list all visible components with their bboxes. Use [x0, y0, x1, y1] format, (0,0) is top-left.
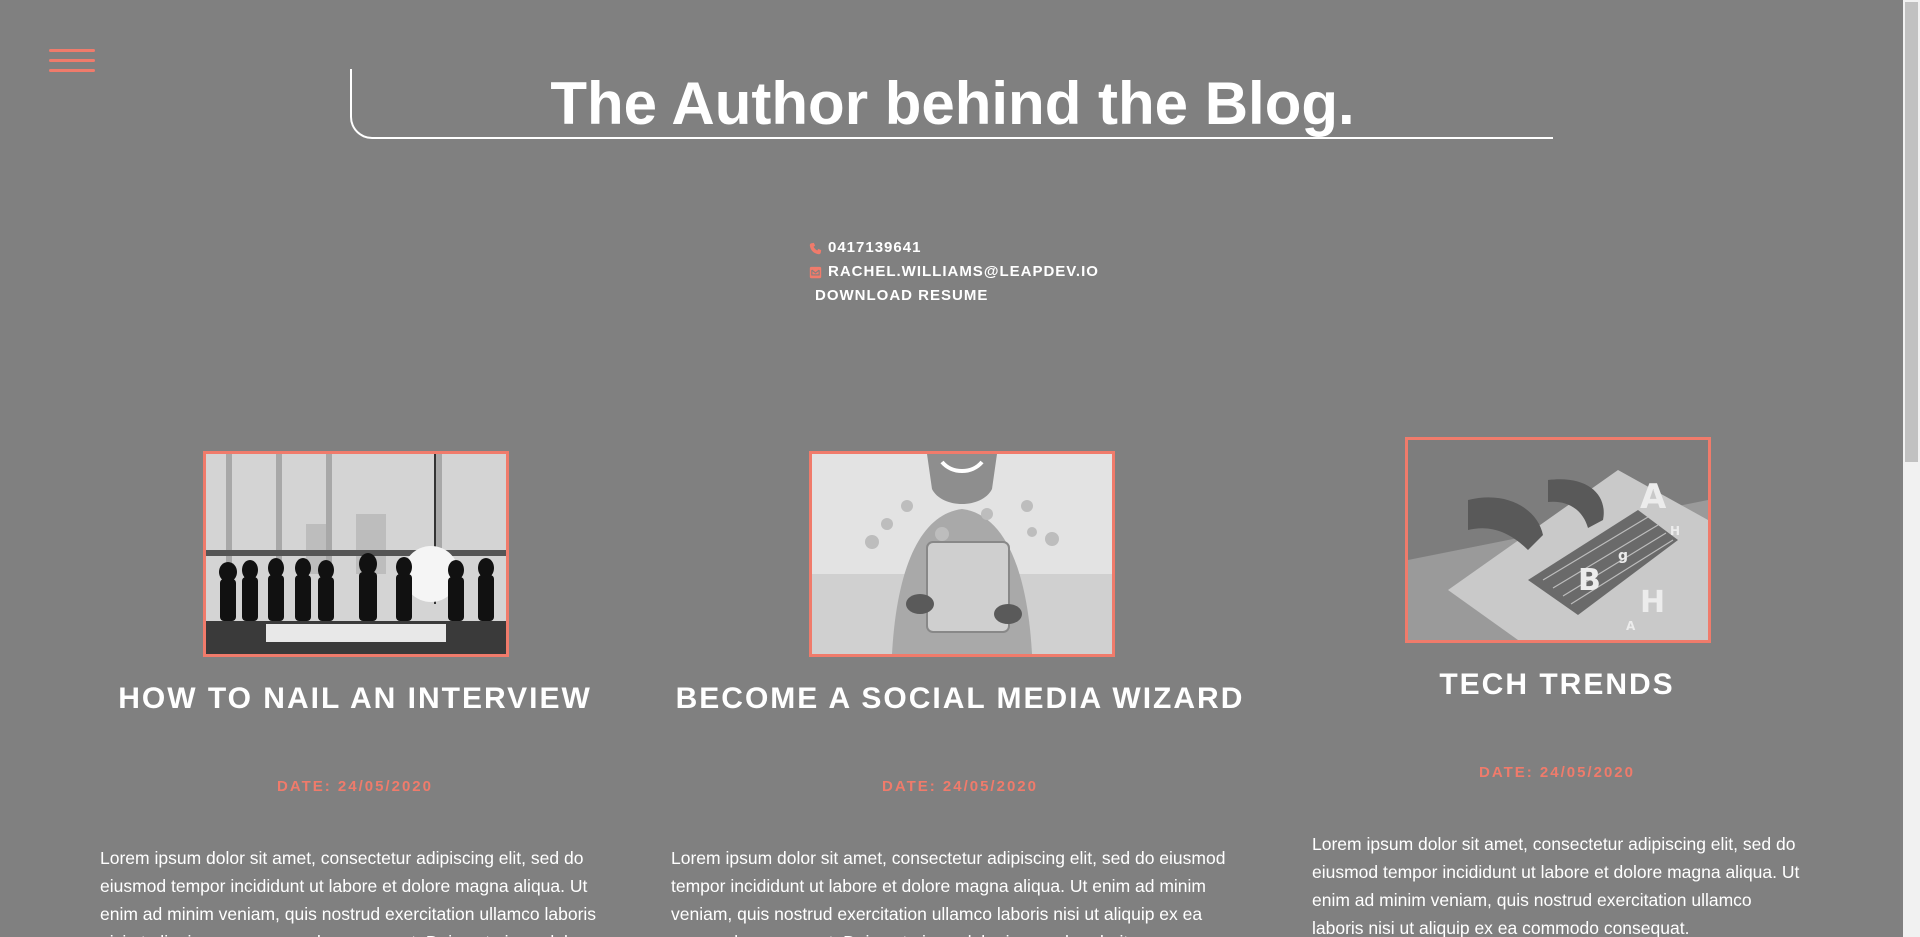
post-date: DATE: 24/05/2020 — [1479, 764, 1635, 781]
post-image[interactable] — [203, 451, 509, 657]
laptop-typing-image: A B H g H A — [1408, 440, 1708, 640]
page-title: The Author behind the Blog. — [550, 70, 1355, 137]
post-date: DATE: 24/05/2020 — [882, 778, 1038, 795]
social-media-woman-image — [812, 454, 1112, 654]
download-resume-link[interactable]: DOWNLOAD RESUME — [815, 284, 988, 308]
envelope-icon — [809, 266, 822, 278]
svg-text:g: g — [1618, 548, 1628, 564]
hamburger-bar — [49, 49, 95, 52]
phone-icon — [809, 242, 822, 254]
phone-link[interactable]: 0417139641 — [828, 236, 921, 260]
svg-text:H: H — [1670, 524, 1680, 538]
svg-text:A: A — [1626, 619, 1636, 633]
email-link[interactable]: RACHEL.WILLIAMS@LEAPDEV.IO — [828, 260, 1099, 284]
post-title[interactable]: BECOME A SOCIAL MEDIA WIZARD — [660, 682, 1260, 716]
post-title[interactable]: TECH TRENDS — [1307, 668, 1807, 702]
post-excerpt: Lorem ipsum dolor sit amet, consectetur … — [100, 848, 597, 937]
svg-text:A: A — [1640, 477, 1667, 517]
vertical-scrollbar[interactable] — [1903, 0, 1920, 937]
svg-text:B: B — [1578, 563, 1601, 598]
contact-phone: 0417139641 — [809, 236, 1099, 260]
page: The Author behind the Blog. 0417139641 R… — [0, 0, 1920, 937]
office-silhouettes-image — [206, 454, 506, 654]
hamburger-bar — [49, 59, 95, 62]
post-image[interactable] — [809, 451, 1115, 657]
post-date: DATE: 24/05/2020 — [277, 778, 433, 795]
contact-info: 0417139641 RACHEL.WILLIAMS@LEAPDEV.IO DO… — [809, 236, 1099, 308]
post-excerpt: Lorem ipsum dolor sit amet, consectetur … — [671, 848, 1226, 937]
post-excerpt: Lorem ipsum dolor sit amet, consectetur … — [1312, 834, 1800, 937]
post-title[interactable]: HOW TO NAIL AN INTERVIEW — [105, 682, 605, 716]
contact-download: DOWNLOAD RESUME — [809, 284, 1099, 308]
scrollbar-thumb[interactable] — [1905, 2, 1918, 462]
svg-text:H: H — [1640, 585, 1665, 620]
post-image[interactable]: A B H g H A — [1405, 437, 1711, 643]
contact-email: RACHEL.WILLIAMS@LEAPDEV.IO — [809, 260, 1099, 284]
